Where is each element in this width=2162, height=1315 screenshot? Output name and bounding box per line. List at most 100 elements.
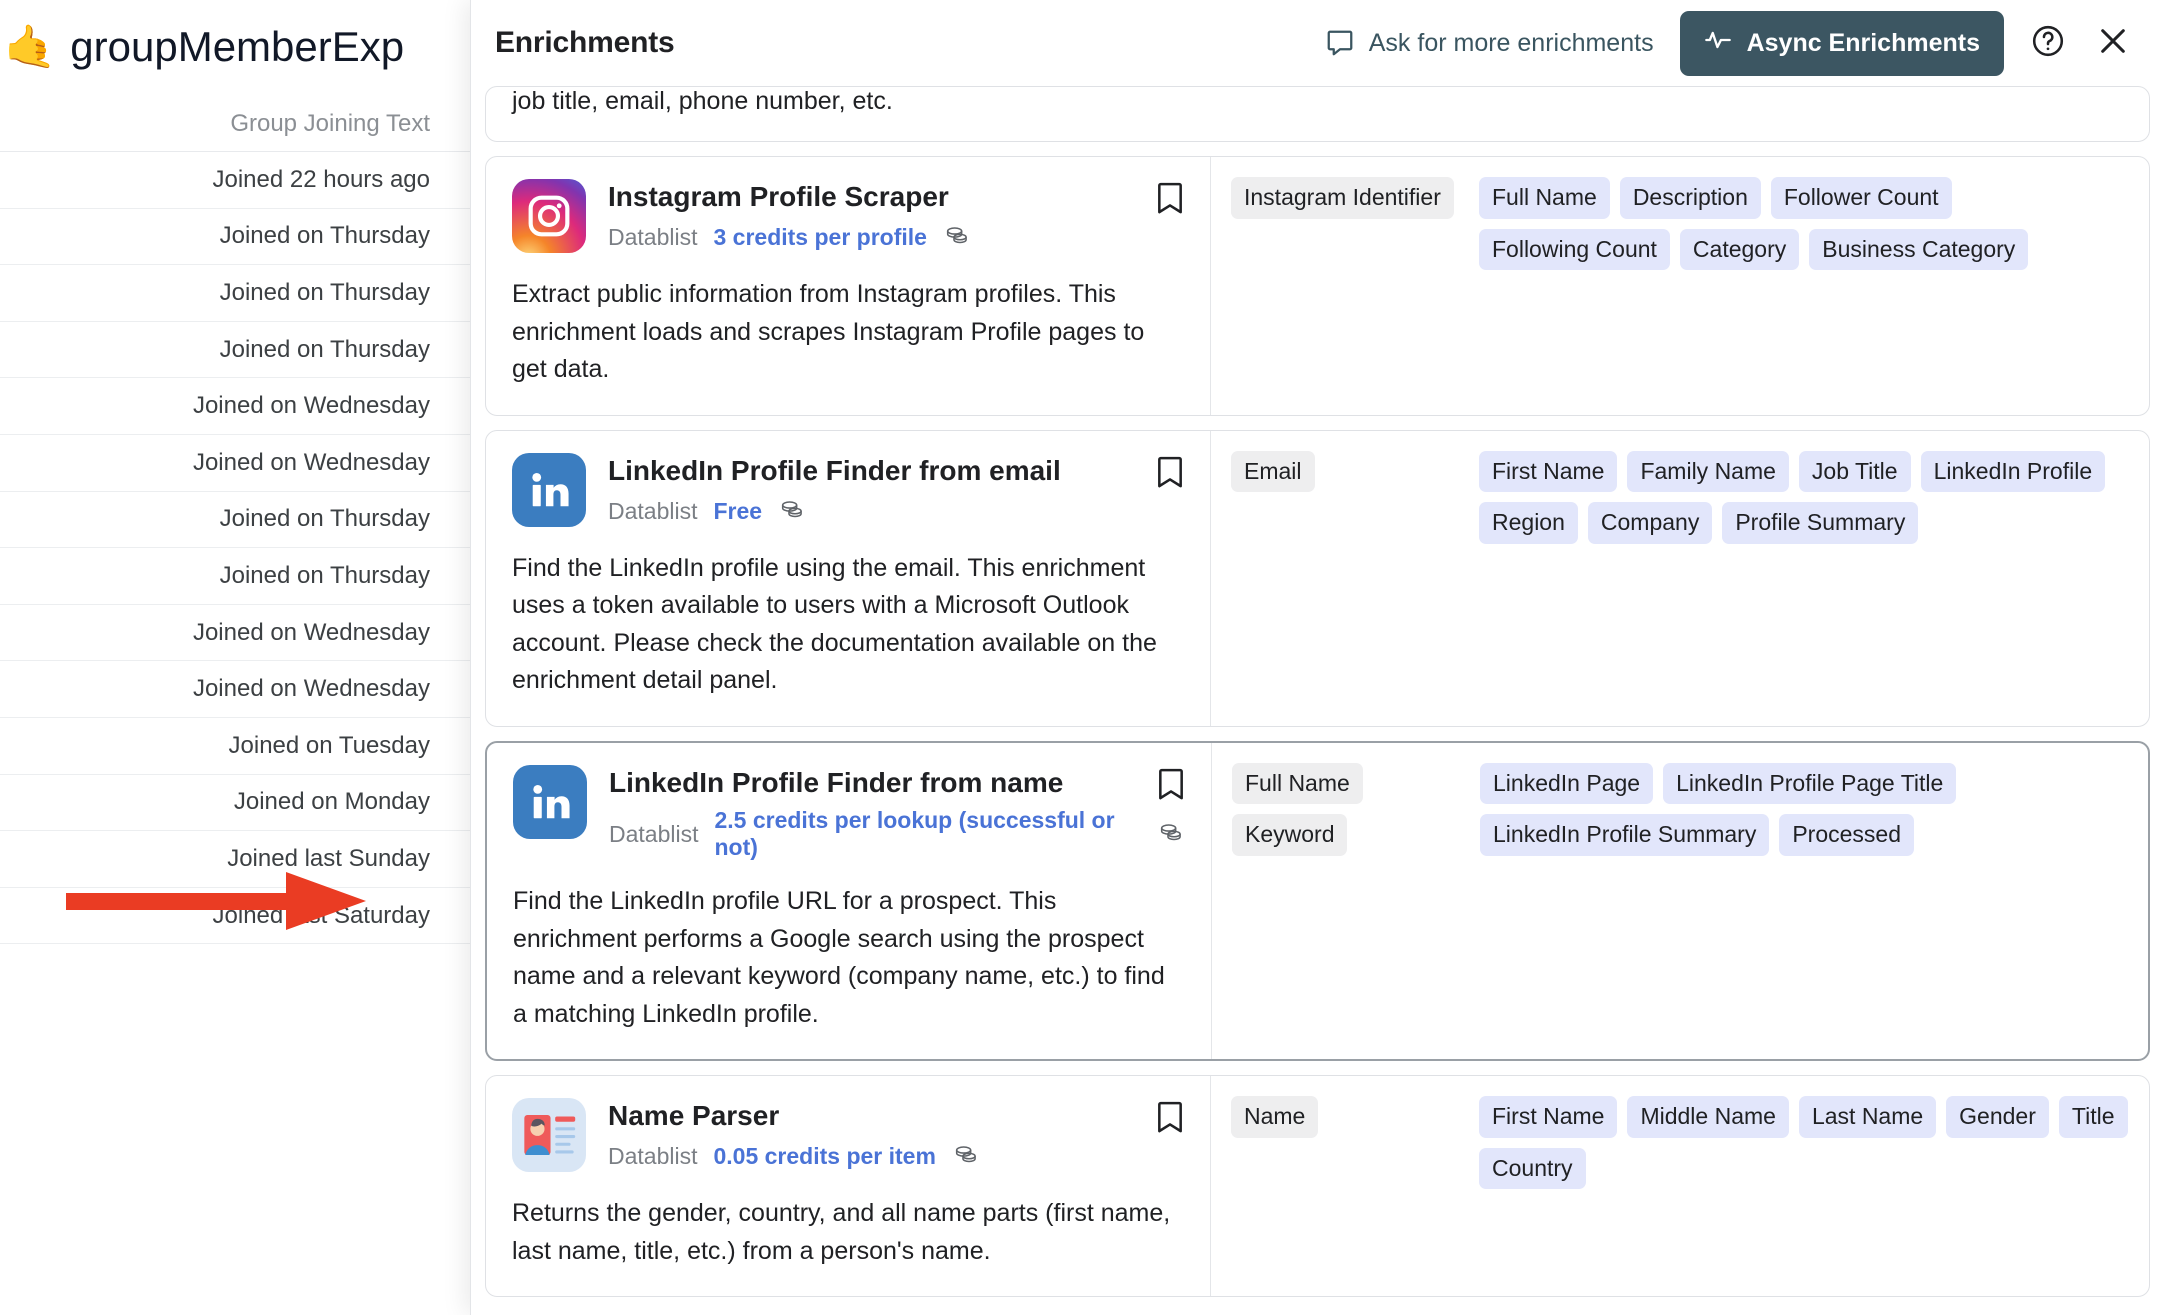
table-row[interactable]: Joined on Wednesday bbox=[0, 378, 470, 435]
enrichment-title: Name Parser bbox=[608, 1100, 780, 1132]
enrichment-heading: LinkedIn Profile Finder from name Databl… bbox=[609, 765, 1185, 861]
table-cell-group-joining-text: Joined on Wednesday bbox=[192, 675, 430, 703]
enrichment-vendor: Datablist bbox=[608, 224, 698, 251]
enrichment-description: Find the LinkedIn profile URL for a pros… bbox=[513, 887, 1165, 1028]
table-row[interactable]: Joined on Thursday bbox=[0, 548, 470, 605]
enrichment-price[interactable]: Free bbox=[713, 498, 762, 525]
help-button[interactable] bbox=[2030, 23, 2066, 64]
enrichment-meta: Datablist Free bbox=[608, 495, 1061, 528]
enrichment-fields: Name First Name Middle Name Last Name Gende… bbox=[1210, 1076, 2149, 1297]
annotation-arrow-icon bbox=[66, 872, 366, 930]
input-tag[interactable]: Keyword bbox=[1232, 814, 1348, 857]
output-tag[interactable]: Profile Summary bbox=[1722, 502, 1919, 544]
enrichment-fields: Instagram Identifier Full Name Descriptio… bbox=[1210, 157, 2149, 415]
output-tag[interactable]: Full Name bbox=[1479, 177, 1610, 219]
output-tag[interactable]: Business Category bbox=[1809, 228, 2029, 271]
table-cell-group-joining-text: Joined on Wednesday bbox=[192, 392, 430, 420]
enrichment-card-header: Name Parser Datablist 0.05 credits per i… bbox=[512, 1098, 1184, 1173]
enrichment-input-fields: Name bbox=[1231, 1096, 1469, 1276]
input-tag[interactable]: Instagram Identifier bbox=[1231, 177, 1454, 219]
table-row[interactable]: Joined on Thursday bbox=[0, 322, 470, 379]
async-enrichments-button[interactable]: Async Enrichments bbox=[1679, 10, 2004, 76]
credits-coins-icon bbox=[1157, 818, 1185, 851]
enrichment-price[interactable]: 0.05 credits per item bbox=[713, 1143, 935, 1170]
enrichment-vendor: Datablist bbox=[609, 820, 699, 847]
bookmark-icon[interactable] bbox=[1154, 1098, 1186, 1141]
table-cell-group-joining-text: Joined 22 hours ago bbox=[212, 165, 431, 193]
ask-for-more-enrichments-button[interactable]: Ask for more enrichments bbox=[1325, 28, 1654, 58]
output-tag[interactable]: Country bbox=[1479, 1147, 1586, 1190]
table-row[interactable]: Joined on Wednesday bbox=[0, 435, 470, 492]
workspace-emoji-icon: 🤙 bbox=[4, 23, 57, 70]
enrichment-title: LinkedIn Profile Finder from name bbox=[609, 766, 1064, 798]
table-row[interactable]: Joined on Thursday bbox=[0, 209, 470, 266]
enrichment-meta: Datablist 2.5 credits per lookup (succes… bbox=[609, 807, 1185, 861]
table-cell-group-joining-text: Joined on Thursday bbox=[219, 505, 430, 533]
output-tag[interactable]: First Name bbox=[1479, 450, 1618, 493]
enrichment-output-fields: Full Name Description Follower Count Follow… bbox=[1479, 177, 2131, 395]
enrichments-list[interactable]: job title, email, phone number, etc. Ins… bbox=[471, 86, 2162, 1315]
table-row[interactable]: Joined on Monday bbox=[0, 775, 470, 832]
enrichment-card[interactable]: LinkedIn Profile Finder from name Databl… bbox=[485, 740, 2150, 1062]
partial-card-text: job title, email, phone number, etc. bbox=[512, 87, 893, 115]
enrichment-price[interactable]: 3 credits per profile bbox=[713, 224, 926, 251]
output-tag[interactable]: Category bbox=[1679, 228, 1800, 271]
output-tag[interactable]: First Name bbox=[1479, 1096, 1618, 1138]
enrichment-price[interactable]: 2.5 credits per lookup (successful or no… bbox=[714, 807, 1141, 861]
table-cell-group-joining-text: Joined on Thursday bbox=[219, 561, 430, 589]
output-tag[interactable]: Processed bbox=[1779, 814, 1915, 857]
output-tag[interactable]: Follower Count bbox=[1770, 177, 1952, 219]
enrichment-card-main: Instagram Profile Scraper Datablist 3 cr… bbox=[486, 157, 1210, 415]
output-tag[interactable]: LinkedIn Profile Summary bbox=[1480, 814, 1770, 857]
output-tag[interactable]: LinkedIn Page bbox=[1480, 762, 1654, 805]
table-row[interactable]: Joined on Wednesday bbox=[0, 605, 470, 662]
enrichment-output-fields: LinkedIn Page LinkedIn Profile Page Title… bbox=[1480, 762, 2130, 1039]
enrichment-fields: Email First Name Family Name Job Title Link… bbox=[1210, 430, 2149, 726]
bookmark-icon[interactable] bbox=[1155, 765, 1187, 808]
output-tag[interactable]: LinkedIn Profile bbox=[1920, 450, 2106, 493]
bookmark-icon[interactable] bbox=[1154, 179, 1186, 222]
credits-coins-icon bbox=[943, 221, 971, 254]
enrichment-title: Instagram Profile Scraper bbox=[608, 181, 949, 212]
output-tag[interactable]: Title bbox=[2058, 1096, 2128, 1138]
enrichment-meta: Datablist 0.05 credits per item bbox=[608, 1140, 980, 1173]
table-row[interactable]: Joined 22 hours ago bbox=[0, 152, 470, 209]
async-button-label: Async Enrichments bbox=[1746, 28, 1980, 57]
table-cell-group-joining-text: Joined on Wednesday bbox=[192, 618, 430, 646]
enrichment-description: Find the LinkedIn profile using the emai… bbox=[512, 553, 1157, 695]
output-tag[interactable]: Job Title bbox=[1798, 450, 1911, 493]
table-row[interactable]: Joined on Tuesday bbox=[0, 718, 470, 775]
output-tag[interactable]: Following Count bbox=[1479, 228, 1670, 271]
enrichment-card[interactable]: LinkedIn Profile Finder from email Datab… bbox=[485, 429, 2150, 727]
table-row[interactable]: Joined on Thursday bbox=[0, 492, 470, 549]
table-column-header[interactable]: Group Joining Text bbox=[0, 96, 470, 152]
output-tag[interactable]: Description bbox=[1619, 177, 1761, 219]
enrichment-card[interactable]: Name Parser Datablist 0.05 credits per i… bbox=[485, 1075, 2150, 1298]
bookmark-icon[interactable] bbox=[1154, 453, 1186, 496]
enrichment-card-main: Name Parser Datablist 0.05 credits per i… bbox=[486, 1076, 1210, 1296]
enrichment-card[interactable]: Instagram Profile Scraper Datablist 3 cr… bbox=[485, 156, 2150, 416]
partial-card-above[interactable]: job title, email, phone number, etc. bbox=[485, 86, 2150, 142]
linkedin-logo-icon bbox=[512, 452, 586, 527]
enrichment-description: Extract public information from Instagra… bbox=[512, 280, 1145, 384]
table-cell-group-joining-text: Joined on Thursday bbox=[219, 278, 430, 306]
linkedin-logo-icon bbox=[513, 764, 587, 839]
enrichment-output-fields: First Name Middle Name Last Name Gender Titl… bbox=[1479, 1096, 2131, 1276]
input-tag[interactable]: Name bbox=[1231, 1096, 1319, 1138]
table-cell-group-joining-text: Joined on Wednesday bbox=[192, 448, 430, 476]
input-tag[interactable]: Full Name bbox=[1232, 762, 1363, 805]
table-row[interactable]: Joined on Thursday bbox=[0, 265, 470, 322]
input-tag[interactable]: Email bbox=[1231, 450, 1315, 493]
instagram-logo-icon bbox=[512, 179, 586, 253]
table-row[interactable]: Joined on Wednesday bbox=[0, 661, 470, 718]
output-tag[interactable]: LinkedIn Profile Page Title bbox=[1663, 762, 1957, 805]
output-tag[interactable]: Family Name bbox=[1627, 450, 1789, 493]
close-button[interactable] bbox=[2094, 22, 2132, 65]
output-tag[interactable]: Last Name bbox=[1798, 1096, 1937, 1138]
output-tag[interactable]: Gender bbox=[1946, 1096, 2049, 1138]
output-tag[interactable]: Company bbox=[1587, 502, 1713, 544]
output-tag[interactable]: Region bbox=[1479, 502, 1578, 544]
panel-title: Enrichments bbox=[495, 26, 675, 59]
enrichment-title: LinkedIn Profile Finder from email bbox=[608, 454, 1061, 486]
output-tag[interactable]: Middle Name bbox=[1627, 1096, 1789, 1138]
